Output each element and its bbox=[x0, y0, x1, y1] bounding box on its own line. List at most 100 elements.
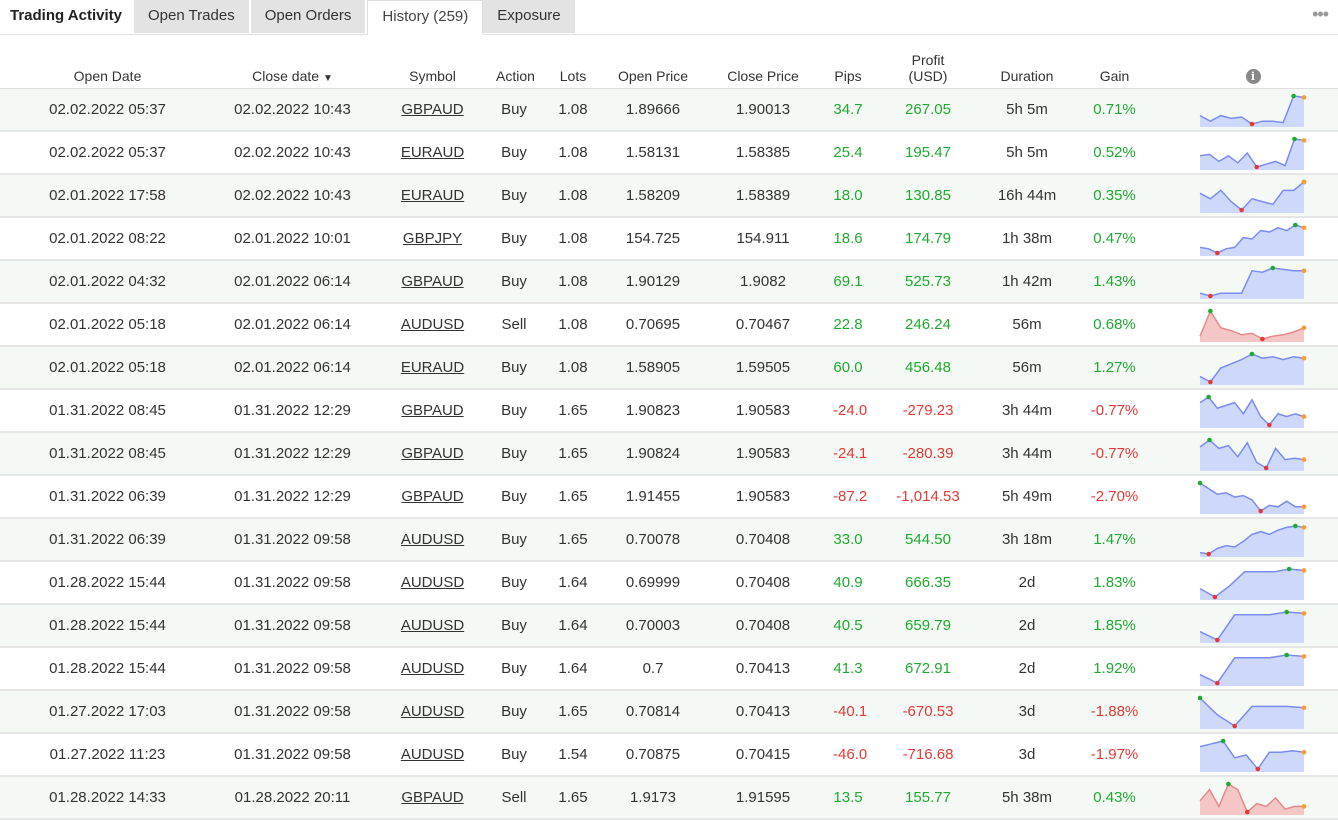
duration-cell-container: 2d bbox=[993, 647, 1061, 691]
table-row[interactable]: 02.01.2022 05:18 02.01.2022 06:14 EURAUD Bu… bbox=[0, 346, 1338, 390]
col-open-price[interactable]: Open Price bbox=[613, 35, 693, 89]
close-price-cell-container: 1.90583 bbox=[693, 432, 833, 476]
col-open-date[interactable]: Open Date bbox=[0, 35, 215, 89]
table-row[interactable]: 01.31.2022 08:45 01.31.2022 12:29 GBPAUD Bu… bbox=[0, 432, 1338, 476]
tab-history[interactable]: History (259) bbox=[367, 0, 484, 35]
table-row[interactable]: 02.01.2022 05:18 02.01.2022 06:14 AUDUSD Se… bbox=[0, 303, 1338, 347]
table-row[interactable]: 02.02.2022 05:37 02.02.2022 10:43 EURAUD Bu… bbox=[0, 131, 1338, 175]
sparkline-last-dot bbox=[1301, 225, 1307, 230]
pips-cell-container: 40.5 bbox=[833, 604, 863, 648]
tab-open-orders[interactable]: Open Orders bbox=[250, 0, 368, 33]
close-date-cell-container: 02.02.2022 10:43 bbox=[215, 131, 370, 175]
table-row[interactable]: 01.31.2022 08:45 01.31.2022 12:29 GBPAUD Bu… bbox=[0, 389, 1338, 433]
table-row[interactable]: 01.31.2022 06:39 01.31.2022 12:29 GBPAUD Bu… bbox=[0, 475, 1338, 519]
table-row[interactable]: 02.02.2022 05:37 02.02.2022 10:43 GBPAUD Bu… bbox=[0, 88, 1338, 132]
table-row[interactable]: 01.27.2022 17:03 01.31.2022 09:58 AUDUSD Bu… bbox=[0, 690, 1338, 734]
lots-cell-container: 1.54 bbox=[533, 733, 613, 777]
sparkline-area bbox=[1200, 310, 1304, 342]
symbol-link[interactable]: AUDUSD bbox=[401, 660, 464, 677]
info-icon[interactable]: i bbox=[1245, 69, 1261, 84]
gain-cell: 1.85% bbox=[1093, 617, 1136, 634]
duration-cell-container: 3h 44m bbox=[993, 432, 1061, 476]
symbol-link[interactable]: GBPAUD bbox=[401, 101, 463, 118]
pips-cell-container: 22.8 bbox=[833, 303, 863, 347]
symbol-link[interactable]: AUDUSD bbox=[401, 703, 464, 720]
lots-cell: 1.54 bbox=[558, 746, 588, 763]
col-duration[interactable]: Duration bbox=[993, 35, 1061, 89]
close-date-cell: 02.01.2022 06:14 bbox=[234, 359, 351, 376]
action-cell-container: Buy bbox=[495, 475, 533, 519]
close-price-cell-container: 1.90583 bbox=[693, 389, 833, 433]
tab-exposure[interactable]: Exposure bbox=[483, 0, 577, 33]
pips-cell: 18.6 bbox=[833, 230, 863, 247]
symbol-link[interactable]: GBPAUD bbox=[401, 445, 463, 462]
table-row[interactable]: 01.28.2022 15:44 01.31.2022 09:58 AUDUSD Bu… bbox=[0, 604, 1338, 648]
action-cell-container: Buy bbox=[495, 217, 533, 261]
table-row[interactable]: 01.27.2022 11:23 01.31.2022 09:58 AUDUSD Bu… bbox=[0, 733, 1338, 777]
table-row[interactable]: 02.01.2022 17:58 02.02.2022 10:43 EURAUD Bu… bbox=[0, 174, 1338, 218]
col-close-date[interactable]: Close date ▼ bbox=[215, 35, 370, 89]
open-price-cell: 1.90824 bbox=[625, 445, 681, 462]
col-close-price[interactable]: Close Price bbox=[693, 35, 833, 89]
table-row[interactable]: 02.01.2022 08:22 02.01.2022 10:01 GBPJPY Bu… bbox=[0, 217, 1338, 261]
symbol-link[interactable]: AUDUSD bbox=[401, 316, 464, 333]
gain-cell: -1.97% bbox=[1090, 746, 1139, 763]
symbol-link[interactable]: EURAUD bbox=[401, 187, 464, 204]
open-price-cell-container: 0.70695 bbox=[613, 303, 693, 347]
action-cell-container: Sell bbox=[495, 303, 533, 347]
table-row[interactable]: 01.28.2022 15:44 01.31.2022 09:58 AUDUSD Bu… bbox=[0, 647, 1338, 691]
sparkline-area bbox=[1200, 525, 1304, 557]
open-date-cell-container: 02.02.2022 05:37 bbox=[0, 131, 215, 175]
close-price-cell-container: 1.90013 bbox=[693, 88, 833, 132]
action-cell: Buy bbox=[501, 660, 527, 677]
table-row[interactable]: 01.28.2022 14:33 01.28.2022 20:11 GBPAUD Se… bbox=[0, 776, 1338, 820]
table-row[interactable]: 01.28.2022 15:44 01.31.2022 09:58 AUDUSD Bu… bbox=[0, 561, 1338, 605]
open-price-cell: 0.70078 bbox=[625, 531, 681, 548]
tab-open-trades[interactable]: Open Trades bbox=[133, 0, 251, 33]
symbol-link[interactable]: AUDUSD bbox=[401, 617, 464, 634]
sparkline-max-dot bbox=[1284, 609, 1289, 614]
col-profit[interactable]: Profit (USD) bbox=[863, 35, 993, 89]
col-pips[interactable]: Pips bbox=[833, 35, 863, 89]
symbol-link[interactable]: GBPAUD bbox=[401, 273, 463, 290]
symbol-link[interactable]: EURAUD bbox=[401, 359, 464, 376]
col-action[interactable]: Action bbox=[495, 35, 535, 89]
symbol-link[interactable]: GBPAUD bbox=[401, 488, 463, 505]
col-lots[interactable]: Lots bbox=[533, 35, 613, 89]
symbol-link[interactable]: GBPAUD bbox=[401, 789, 463, 806]
profit-cell: -279.23 bbox=[902, 402, 954, 419]
symbol-link[interactable]: AUDUSD bbox=[401, 746, 464, 763]
sparkline-max-dot bbox=[1207, 437, 1212, 442]
open-price-cell: 0.70003 bbox=[625, 617, 681, 634]
symbol-link-container: GBPAUD bbox=[370, 260, 495, 304]
symbol-link[interactable]: GBPAUD bbox=[401, 402, 463, 419]
open-price-cell-container: 1.58905 bbox=[613, 346, 693, 390]
more-options-icon[interactable]: ••• bbox=[1312, 4, 1329, 25]
symbol-link[interactable]: EURAUD bbox=[401, 144, 464, 161]
sparkline-min-dot bbox=[1254, 164, 1260, 169]
symbol-link-container: AUDUSD bbox=[370, 690, 495, 734]
open-date-cell: 02.01.2022 05:18 bbox=[49, 359, 166, 376]
col-symbol[interactable]: Symbol bbox=[370, 35, 495, 89]
duration-cell-container: 2d bbox=[993, 604, 1061, 648]
profit-cell-container: -279.23 bbox=[863, 389, 993, 433]
pips-cell: 22.8 bbox=[833, 316, 863, 333]
duration-cell: 5h 38m bbox=[1001, 789, 1053, 806]
col-gain[interactable]: Gain bbox=[1061, 35, 1168, 89]
lots-cell-container: 1.08 bbox=[533, 260, 613, 304]
table-row[interactable]: 01.31.2022 06:39 01.31.2022 09:58 AUDUSD Bu… bbox=[0, 518, 1338, 562]
duration-cell: 5h 5m bbox=[1006, 144, 1048, 161]
pips-cell-container: -87.2 bbox=[833, 475, 867, 519]
sparkline-max-dot bbox=[1220, 738, 1226, 743]
table-row[interactable]: 02.01.2022 04:32 02.01.2022 06:14 GBPAUD Bu… bbox=[0, 260, 1338, 304]
action-cell-container: Buy bbox=[495, 432, 533, 476]
lots-cell: 1.08 bbox=[558, 359, 588, 376]
symbol-link-container: EURAUD bbox=[370, 174, 495, 218]
symbol-link[interactable]: AUDUSD bbox=[401, 531, 464, 548]
symbol-link[interactable]: GBPJPY bbox=[403, 230, 462, 247]
symbol-link[interactable]: AUDUSD bbox=[401, 574, 464, 591]
sparkline-min-dot bbox=[1239, 207, 1244, 212]
action-cell: Buy bbox=[501, 230, 527, 247]
sparkline-last-dot bbox=[1301, 749, 1307, 754]
sparkline-min-dot bbox=[1255, 766, 1261, 771]
